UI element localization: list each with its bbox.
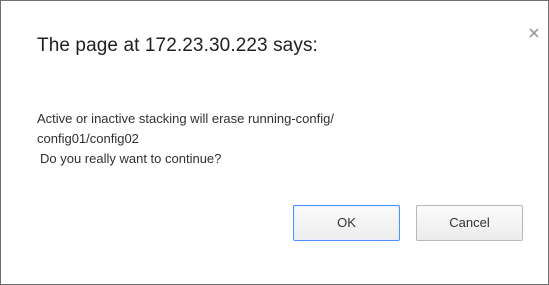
close-icon[interactable] xyxy=(526,25,542,41)
alert-dialog: The page at 172.23.30.223 says: Active o… xyxy=(0,0,549,285)
ok-button[interactable]: OK xyxy=(293,205,400,241)
dialog-message: Active or inactive stacking will erase r… xyxy=(37,109,507,169)
message-line: Do you really want to continue? xyxy=(40,151,222,166)
message-line: Active or inactive stacking will erase r… xyxy=(37,111,334,126)
message-line: config01/config02 xyxy=(37,131,139,146)
dialog-title: The page at 172.23.30.223 says: xyxy=(37,35,318,56)
cancel-button[interactable]: Cancel xyxy=(416,205,523,241)
